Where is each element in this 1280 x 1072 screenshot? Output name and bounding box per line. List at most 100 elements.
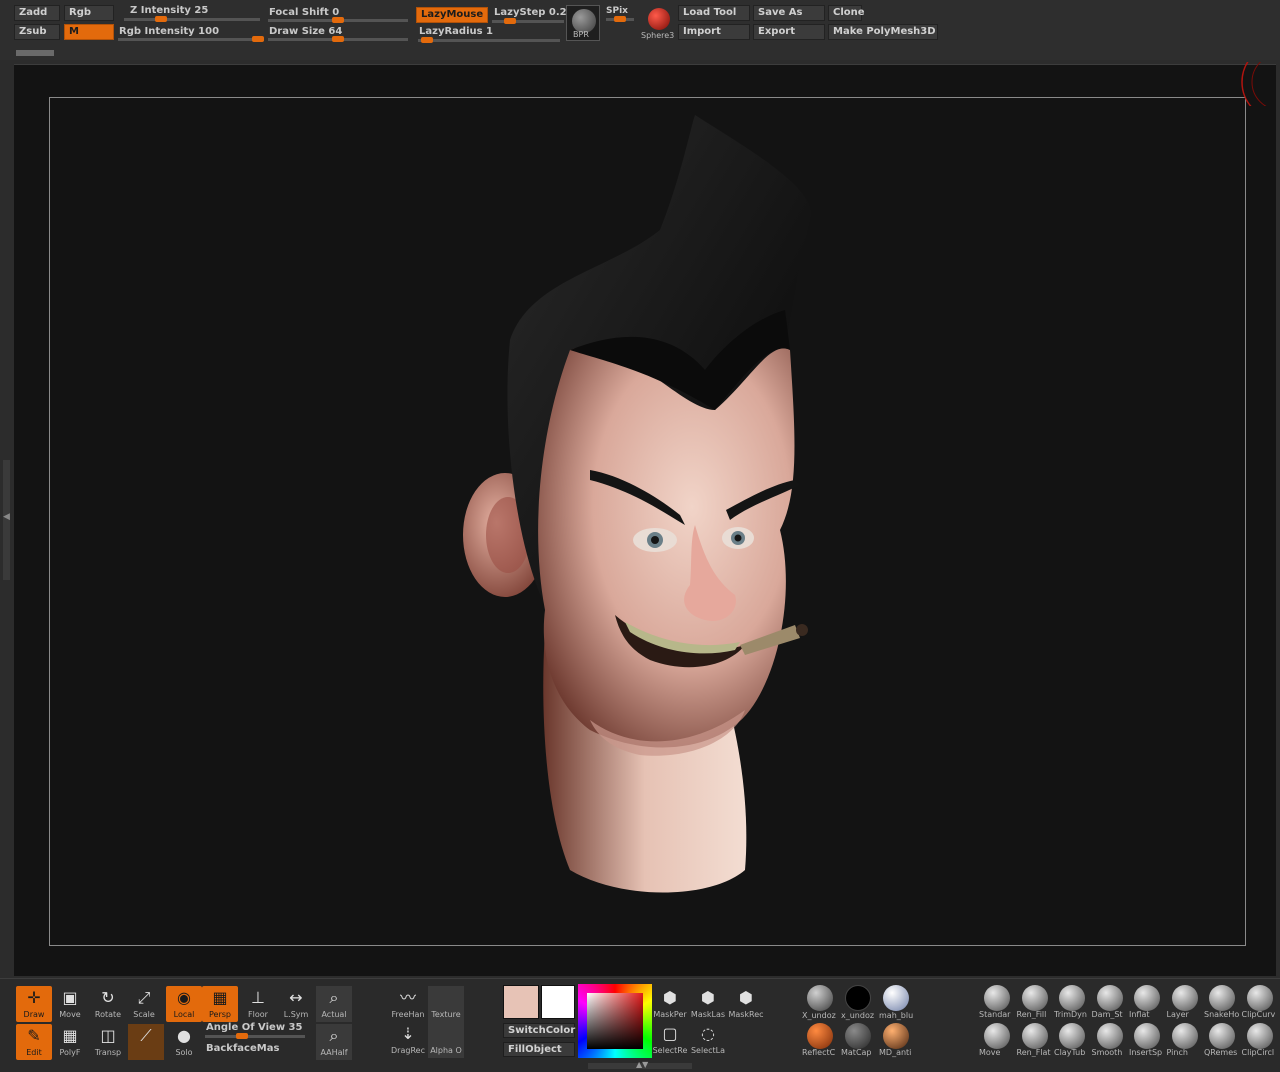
draw-label: Draw xyxy=(23,1010,45,1019)
brush-inflat-icon[interactable] xyxy=(1134,985,1160,1011)
rgb-intensity-slider[interactable] xyxy=(118,36,264,42)
selectrect-label: SelectRe xyxy=(652,1046,688,1055)
bpr-button[interactable]: BPR xyxy=(566,5,600,41)
draw-crosshair-icon: ✛ xyxy=(27,988,41,1007)
brush-pinch-icon[interactable] xyxy=(1171,1023,1198,1049)
brush-snakeho-icon[interactable] xyxy=(1209,985,1235,1011)
angle-of-view-slider[interactable] xyxy=(205,1033,305,1039)
left-tray-handle[interactable]: ◀ xyxy=(3,460,10,580)
material-matcap-icon[interactable] xyxy=(845,1023,871,1049)
actual-label: Actual xyxy=(321,1010,347,1019)
maskrect-button[interactable]: ⬢ MaskRec xyxy=(728,986,764,1022)
actual-button[interactable]: ⌕ Actual xyxy=(316,986,352,1022)
brush-qremes-icon[interactable] xyxy=(1209,1023,1235,1049)
brush-label: ClipCurv xyxy=(1241,1010,1276,1019)
persp-button[interactable]: ▦ Persp xyxy=(202,986,238,1022)
material-label-4: ReflectC xyxy=(802,1048,836,1057)
freehand-stroke-button[interactable]: 〰 FreeHan xyxy=(390,986,426,1022)
edit-button[interactable]: ✎ Edit xyxy=(16,1024,52,1060)
brush-label: Smooth xyxy=(1091,1048,1123,1057)
rotate-icon: ↻ xyxy=(101,988,115,1007)
move-button[interactable]: ▣ Move xyxy=(52,986,88,1022)
material-x-undoz-1-icon[interactable] xyxy=(807,985,833,1011)
main-color-swatch[interactable] xyxy=(503,985,539,1019)
brush-label: Dam_St xyxy=(1091,1010,1123,1019)
lazystep-slider[interactable] xyxy=(492,18,564,24)
brush-smooth-icon[interactable] xyxy=(1096,1023,1123,1049)
alpha-button[interactable]: Alpha O xyxy=(428,1022,464,1058)
material-mah-blu-icon[interactable] xyxy=(883,985,909,1011)
navigation-ring-icon[interactable] xyxy=(1240,62,1280,106)
scale-label: Scale xyxy=(133,1010,155,1019)
brush-clipcurv-icon[interactable] xyxy=(1246,985,1273,1011)
fill-object-button[interactable]: FillObject xyxy=(503,1042,575,1057)
export-button[interactable]: Export xyxy=(753,24,825,40)
material-reflect-icon[interactable] xyxy=(807,1023,833,1049)
bpr-label: BPR xyxy=(573,30,589,39)
chevron-down-icon[interactable]: ▲▼ xyxy=(636,1060,648,1069)
brush-ren-fill-icon[interactable] xyxy=(1021,985,1048,1011)
maskpen-label: MaskPer xyxy=(653,1010,687,1019)
material-md-anti-icon[interactable] xyxy=(883,1023,909,1049)
brush-claytub-icon[interactable] xyxy=(1059,1023,1085,1049)
z-intensity-slider[interactable] xyxy=(124,16,260,22)
focal-shift-slider[interactable] xyxy=(268,17,408,23)
brush-insertsp-icon[interactable] xyxy=(1134,1023,1160,1049)
make-polymesh-button[interactable]: Make PolyMesh3D xyxy=(828,24,938,40)
zadd-button[interactable]: Zadd xyxy=(14,5,60,21)
brush-trimdyn-icon[interactable] xyxy=(1059,985,1085,1011)
lazyradius-slider[interactable] xyxy=(418,37,560,43)
brush-layer-icon[interactable] xyxy=(1171,985,1198,1011)
maskpen-button[interactable]: ⬢ MaskPer xyxy=(652,986,688,1022)
floor-button[interactable]: ⊥ Floor xyxy=(240,986,276,1022)
maskrect-label: MaskRec xyxy=(728,1010,764,1019)
local-button[interactable]: ◉ Local xyxy=(166,986,202,1022)
color-picker[interactable] xyxy=(578,984,652,1058)
import-button[interactable]: Import xyxy=(678,24,750,40)
sphere3-tool-icon[interactable] xyxy=(648,8,670,30)
material-x-undoz-2-icon[interactable] xyxy=(845,985,871,1011)
rotate-label: Rotate xyxy=(94,1010,122,1019)
top-scroll-handle[interactable] xyxy=(16,50,54,56)
polyf-button[interactable]: ▦ PolyF xyxy=(52,1024,88,1060)
draw-size-slider[interactable] xyxy=(268,36,408,42)
angle-of-view-label: Angle Of View 35 xyxy=(206,1022,303,1033)
zsub-button[interactable]: Zsub xyxy=(14,24,60,40)
brush-clipcircl-icon[interactable] xyxy=(1246,1023,1273,1049)
scale-button[interactable]: ⤢ Scale xyxy=(126,986,162,1022)
rotate-button[interactable]: ↻ Rotate xyxy=(90,986,126,1022)
selectrect-button[interactable]: ▢ SelectRe xyxy=(652,1022,688,1058)
brush-standar-icon[interactable] xyxy=(984,985,1010,1011)
mrgb-button[interactable]: M xyxy=(64,24,114,40)
brush-label: QRemes xyxy=(1204,1048,1238,1057)
ghost-button[interactable]: ⟋ xyxy=(128,1024,164,1060)
brush-move-icon[interactable] xyxy=(984,1023,1010,1049)
alpha-label: Alpha O xyxy=(428,1046,464,1055)
spix-slider[interactable] xyxy=(606,16,634,22)
load-tool-button[interactable]: Load Tool xyxy=(678,5,750,21)
brush-dam-st-icon[interactable] xyxy=(1096,985,1123,1011)
switch-color-button[interactable]: SwitchColor xyxy=(503,1023,575,1038)
selectlasso-button[interactable]: ◌ SelectLa xyxy=(690,1022,726,1058)
sculpt-model-head[interactable] xyxy=(450,110,830,900)
lazymouse-button[interactable]: LazyMouse xyxy=(416,7,488,23)
dragrect-stroke-button[interactable]: ⇣ DragRec xyxy=(390,1022,426,1058)
z-intensity-label: Z Intensity 25 xyxy=(130,5,209,16)
texture-button[interactable]: Texture xyxy=(428,986,464,1022)
clone-button[interactable]: Clone xyxy=(828,5,865,21)
masklasso-button[interactable]: ⬢ MaskLas xyxy=(690,986,726,1022)
rgb-button[interactable]: Rgb xyxy=(64,5,114,21)
transp-button[interactable]: ◫ Transp xyxy=(90,1024,126,1060)
dragrect-label: DragRec xyxy=(391,1046,425,1055)
aahalf-magnifier-icon: ⌕ xyxy=(329,1026,339,1045)
draw-button[interactable]: ✛ Draw xyxy=(16,986,52,1022)
secondary-color-swatch[interactable] xyxy=(541,985,575,1019)
color-picker-square[interactable] xyxy=(587,993,643,1049)
aahalf-button[interactable]: ⌕ AAHalf xyxy=(316,1024,352,1060)
brush-ren-flat-icon[interactable] xyxy=(1021,1023,1048,1049)
lsym-button[interactable]: ↔ L.Sym xyxy=(278,986,314,1022)
save-as-button[interactable]: Save As xyxy=(753,5,825,21)
solo-label: Solo xyxy=(175,1048,193,1057)
solo-button[interactable]: ● Solo xyxy=(166,1024,202,1060)
freehand-label: FreeHan xyxy=(391,1010,425,1019)
